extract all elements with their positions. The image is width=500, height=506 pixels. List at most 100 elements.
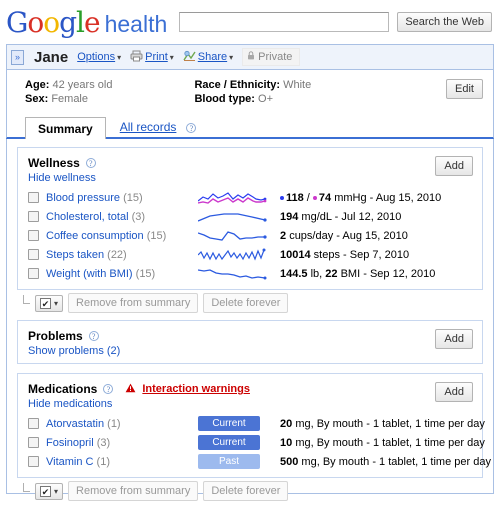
row-checkbox[interactable]: [28, 211, 39, 222]
wellness-row-cholesterol[interactable]: Cholesterol, total (3) 194 mg/dL - Jul 1…: [28, 207, 472, 226]
share-label[interactable]: Share: [198, 51, 227, 63]
coffee-consumption-value: 2 cups/day - Aug 15, 2010: [280, 229, 408, 242]
medications-help-icon[interactable]: ?: [103, 384, 114, 394]
select-all-dropdown[interactable]: ✔ ▾: [35, 294, 64, 312]
options-label[interactable]: Options: [77, 51, 115, 63]
delete-forever-button[interactable]: Delete forever: [203, 293, 289, 313]
demographic-row: Blood type: O+: [194, 92, 311, 106]
tab-summary[interactable]: Summary: [25, 117, 106, 139]
collapse-sidebar-icon[interactable]: »: [11, 49, 24, 65]
edit-button-container: Edit: [446, 79, 483, 99]
tree-elbow-icon: [23, 483, 30, 492]
row-checkbox[interactable]: [28, 418, 39, 429]
medications-header: Medications ? Interaction warnings: [28, 382, 472, 396]
edit-profile-button[interactable]: Edit: [446, 79, 483, 99]
select-all-dropdown[interactable]: ✔ ▾: [35, 482, 64, 500]
medication-row-vitamin-c[interactable]: Vitamin C (1) Past 500 mg, By mouth - 1 …: [28, 452, 491, 471]
blood-pressure-value: 118 / 74 mmHg - Aug 15, 2010: [280, 192, 441, 204]
delete-forever-button[interactable]: Delete forever: [203, 481, 289, 501]
demographic-row: Sex: Female: [25, 92, 112, 106]
medications-add-button[interactable]: Add: [435, 382, 473, 402]
options-menu[interactable]: Options ▾: [77, 51, 121, 63]
problems-help-icon[interactable]: ?: [88, 331, 99, 341]
medication-row-label[interactable]: Atorvastatin (1): [46, 418, 198, 430]
medication-dosage: 20 mg, By mouth - 1 tablet, 1 time per d…: [280, 417, 485, 430]
chevron-down-icon: ▾: [169, 52, 174, 62]
race-ethnicity-label: Race / Ethnicity:: [194, 79, 281, 91]
row-checkbox[interactable]: [28, 456, 39, 467]
medication-row-fosinopril[interactable]: Fosinopril (3) Current 10 mg, By mouth -…: [28, 433, 485, 452]
interaction-warnings-link[interactable]: Interaction warnings: [142, 383, 250, 395]
sex-label: Sex:: [25, 93, 49, 105]
cholesterol-value: 194 mg/dL - Jul 12, 2010: [280, 210, 402, 223]
medication-status-badge: Past: [198, 454, 260, 469]
hide-wellness-link[interactable]: Hide wellness: [28, 172, 96, 184]
wellness-row-label[interactable]: Coffee consumption (15): [46, 230, 198, 242]
demographics-left-column: Age: 42 years old Sex: Female: [7, 78, 112, 106]
medication-row-label[interactable]: Fosinopril (3): [46, 437, 198, 449]
select-all-checkbox[interactable]: ✔: [40, 485, 51, 497]
sex-value: Female: [51, 93, 88, 105]
cholesterol-sparkline: [198, 209, 280, 225]
demographic-row: Age: 42 years old: [25, 78, 112, 92]
row-checkbox[interactable]: [28, 437, 39, 448]
print-label[interactable]: Print: [145, 51, 168, 63]
tab-all-records[interactable]: All records: [106, 116, 181, 139]
select-all-checkbox[interactable]: ✔: [40, 297, 51, 309]
wellness-help-icon[interactable]: ?: [85, 158, 96, 168]
wellness-row-steps-taken[interactable]: Steps taken (22) 10014 steps - Sep 7, 20…: [28, 245, 472, 264]
hide-medications-link[interactable]: Hide medications: [28, 398, 112, 410]
wellness-row-label[interactable]: Cholesterol, total (3): [46, 211, 198, 223]
problems-title: Problems: [28, 329, 83, 343]
row-checkbox[interactable]: [28, 249, 39, 260]
lock-icon: [247, 51, 255, 63]
profile-panel: » Jane Options ▾ Print ▾ Share ▾ Private…: [6, 44, 494, 115]
privacy-status-badge: Private: [242, 48, 301, 66]
top-bar: Google health Search the Web: [0, 0, 500, 44]
search-web-button[interactable]: Search the Web: [397, 12, 492, 32]
wellness-row-coffee-consumption[interactable]: Coffee consumption (15) 2 cups/day - Aug…: [28, 226, 472, 245]
row-checkbox[interactable]: [28, 230, 39, 241]
medication-row-atorvastatin[interactable]: Atorvastatin (1) Current 20 mg, By mouth…: [28, 414, 485, 433]
show-problems-link[interactable]: Show problems (2): [28, 345, 120, 357]
problems-add-button[interactable]: Add: [435, 329, 473, 349]
wellness-row-weight[interactable]: Weight (with BMI) (15) 144.5 lb, 22 BMI …: [28, 264, 472, 283]
wellness-row-blood-pressure[interactable]: Blood pressure (15) 118 / 74 mmHg - Aug …: [28, 188, 472, 207]
race-ethnicity-value: White: [283, 79, 312, 91]
main-content: Wellness ? Hide wellness Add Blood press…: [6, 139, 494, 501]
wellness-row-label[interactable]: Weight (with BMI) (15): [46, 268, 198, 280]
printer-icon: [130, 50, 143, 65]
remove-from-summary-button[interactable]: Remove from summary: [68, 293, 199, 313]
wellness-selection-toolbar: ✔ ▾ Remove from summary Delete forever: [17, 293, 483, 313]
age-label: Age:: [25, 79, 50, 91]
chevron-down-icon: ▾: [54, 486, 59, 496]
row-checkbox[interactable]: [28, 192, 39, 203]
problems-header: Problems ?: [28, 329, 472, 343]
wellness-row-label[interactable]: Steps taken (22): [46, 249, 198, 261]
blood-type-value: O+: [258, 93, 273, 105]
blood-pressure-sparkline: [198, 190, 280, 206]
demographics-panel: Age: 42 years old Sex: Female Race / Eth…: [7, 70, 493, 115]
wellness-add-button[interactable]: Add: [435, 156, 473, 176]
google-health-logo: Google health: [6, 6, 168, 39]
print-menu[interactable]: Print ▾: [130, 50, 174, 65]
medication-row-label[interactable]: Vitamin C (1): [46, 456, 198, 468]
tab-bar: Summary All records ?: [6, 115, 494, 139]
demographic-row: Race / Ethnicity: White: [194, 78, 311, 92]
wellness-title: Wellness: [28, 156, 80, 170]
age-value: 42 years old: [52, 79, 113, 91]
demographics-right-column: Race / Ethnicity: White Blood type: O+: [112, 78, 311, 106]
medications-section: Medications ? Interaction warnings Hide …: [17, 373, 491, 478]
search-input[interactable]: [179, 12, 390, 32]
steps-taken-sparkline: [198, 247, 280, 263]
wellness-row-label[interactable]: Blood pressure (15): [46, 192, 198, 204]
profile-name: Jane: [34, 48, 69, 66]
remove-from-summary-button[interactable]: Remove from summary: [68, 481, 199, 501]
all-records-help-icon[interactable]: ?: [186, 123, 197, 133]
row-checkbox[interactable]: [28, 268, 39, 279]
share-menu[interactable]: Share ▾: [183, 50, 233, 65]
chevron-down-icon: ▾: [54, 298, 59, 308]
systolic-dot-icon: [280, 195, 284, 200]
blood-type-label: Blood type:: [194, 93, 255, 105]
medication-status-badge: Current: [198, 416, 260, 431]
